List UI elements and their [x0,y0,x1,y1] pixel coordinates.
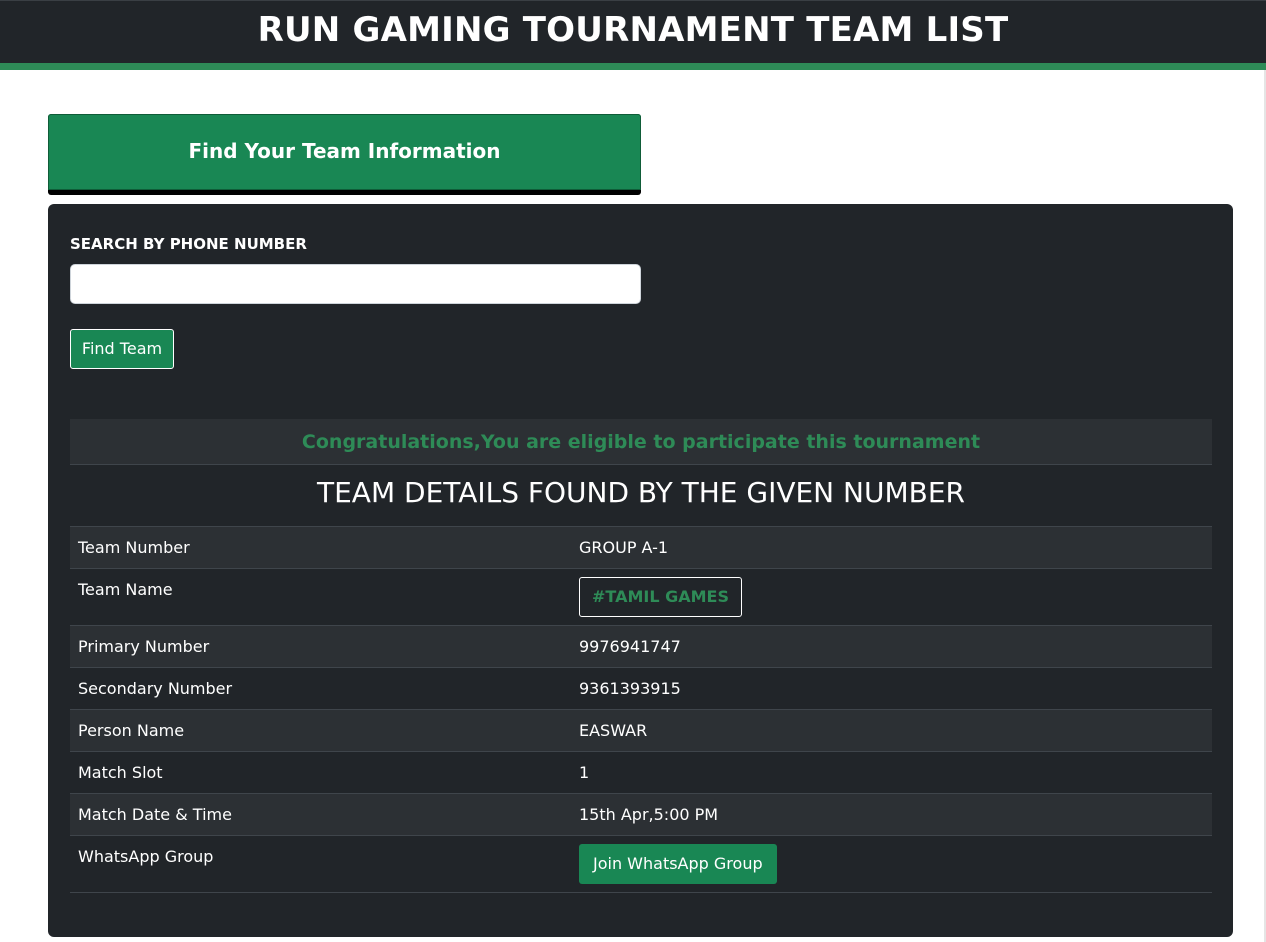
find-team-banner-title: Find Your Team Information [188,139,501,163]
table-row: Team Number GROUP A-1 [70,526,1212,569]
match-slot-value: 1 [571,751,1212,794]
team-name-badge: #TAMIL GAMES [579,577,742,617]
find-team-button[interactable]: Find Team [70,329,174,369]
join-whatsapp-button[interactable]: Join WhatsApp Group [579,844,777,884]
row-label: Team Number [70,526,571,569]
table-row: Match Slot 1 [70,751,1212,794]
team-details-table: Team Number GROUP A-1 Team Name #TAMIL G… [70,526,1212,893]
row-label: Secondary Number [70,667,571,710]
find-team-banner: Find Your Team Information [48,114,641,195]
eligibility-message: Congratulations,You are eligible to part… [70,419,1212,465]
header-accent-bar [0,63,1266,70]
phone-search-input[interactable] [70,264,641,304]
team-number-value: GROUP A-1 [571,526,1212,569]
search-label: SEARCH BY PHONE NUMBER [70,235,307,253]
row-label: Person Name [70,709,571,752]
table-row: Primary Number 9976941747 [70,625,1212,668]
secondary-number-value: 9361393915 [571,667,1212,710]
primary-number-value: 9976941747 [571,625,1212,668]
search-panel: SEARCH BY PHONE NUMBER Find Team Congrat… [48,204,1233,937]
top-navbar: RUN GAMING TOURNAMENT TEAM LIST [0,0,1266,63]
table-row: Team Name #TAMIL GAMES [70,568,1212,626]
table-row: Person Name EASWAR [70,709,1212,752]
match-datetime-value: 15th Apr,5:00 PM [571,793,1212,836]
row-label: Team Name [70,568,571,626]
row-label: Match Slot [70,751,571,794]
person-name-value: EASWAR [571,709,1212,752]
row-label: Match Date & Time [70,793,571,836]
table-row: WhatsApp Group Join WhatsApp Group [70,835,1212,893]
row-label: Primary Number [70,625,571,668]
table-row: Secondary Number 9361393915 [70,667,1212,710]
page-title: RUN GAMING TOURNAMENT TEAM LIST [257,10,1009,50]
team-details-heading: TEAM DETAILS FOUND BY THE GIVEN NUMBER [317,476,965,509]
table-row: Match Date & Time 15th Apr,5:00 PM [70,793,1212,836]
row-label: WhatsApp Group [70,835,571,893]
